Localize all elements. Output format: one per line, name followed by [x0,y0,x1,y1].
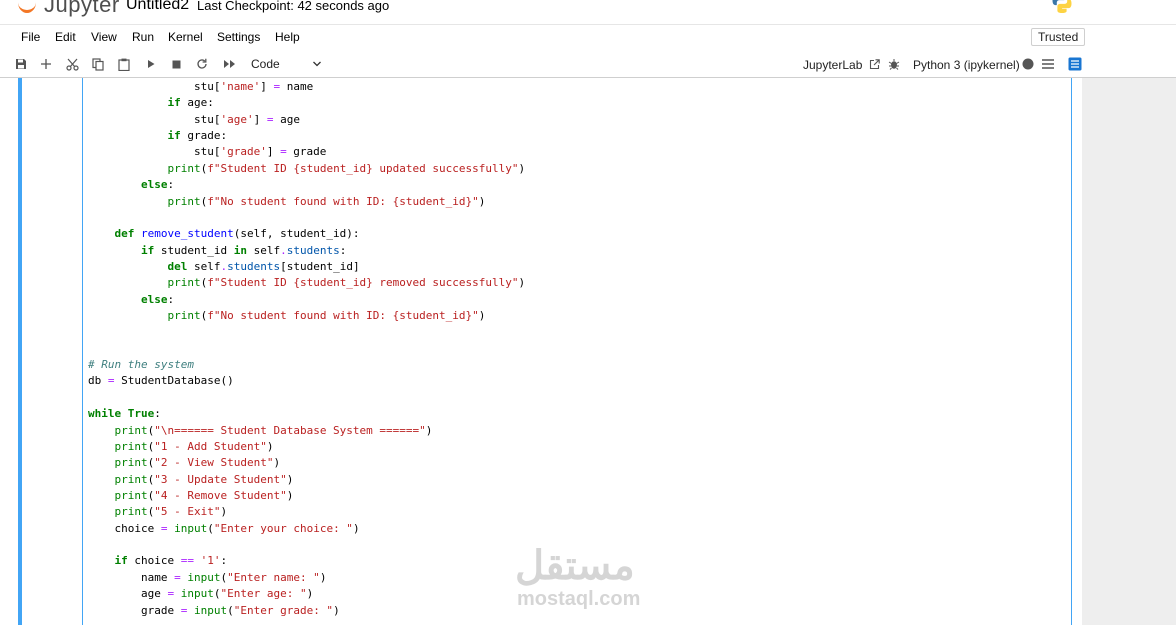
code-line[interactable]: stu['name'] = name [88,79,525,95]
cut-icon [65,58,79,71]
code-line[interactable]: print(f"Student ID {student_id} updated … [88,161,525,177]
notebook-gutter [1082,78,1176,625]
menu-bar: File Edit View Run Kernel Settings Help … [0,24,1176,51]
paste-icon [118,58,130,71]
code-line[interactable]: print("4 - Remove Student") [88,488,525,504]
code-line[interactable]: if grade: [88,128,525,144]
code-line[interactable]: print("5 - Exit") [88,504,525,520]
debugger-button[interactable] [884,54,904,74]
cut-button[interactable] [62,54,82,74]
stop-icon [172,60,180,68]
code-line[interactable]: # Run the system [88,357,525,373]
notebook-toolbar: Code JupyterLab Python 3 (ipykernel) [0,50,1176,78]
property-inspector-icon [1068,57,1082,71]
code-line[interactable]: ​ [88,390,525,406]
code-line[interactable]: stu['age'] = age [88,112,525,128]
code-editor-content[interactable]: stu['name'] = name if age: stu['age'] = … [88,79,525,619]
copy-button[interactable] [88,54,108,74]
last-checkpoint: Last Checkpoint: 42 seconds ago [197,0,390,13]
menu-view[interactable]: View [91,30,117,44]
code-line[interactable]: print(f"No student found with ID: {stude… [88,308,525,324]
copy-icon [92,57,104,71]
fast-forward-icon [223,60,235,68]
add-cell-button[interactable] [36,54,56,74]
code-line[interactable]: stu['grade'] = grade [88,144,525,160]
code-line[interactable]: else: [88,177,525,193]
code-line[interactable]: if age: [88,95,525,111]
save-button[interactable] [11,54,31,74]
debugger-icon [888,59,900,70]
add-cell-icon [41,59,51,69]
code-line[interactable]: while True: [88,406,525,422]
notebook-header: Jupyter Untitled2 Last Checkpoint: 42 se… [0,0,1176,24]
code-line[interactable]: name = input("Enter name: ") [88,570,525,586]
kernel-name[interactable]: Python 3 (ipykernel) [913,58,1020,72]
menu-settings[interactable]: Settings [217,30,260,44]
menu-edit[interactable]: Edit [55,30,76,44]
cell-type-select[interactable]: Code [246,54,326,74]
restart-run-all-button[interactable] [219,54,239,74]
jupyterlab-link[interactable]: JupyterLab [803,58,880,72]
trusted-indicator[interactable]: Trusted [1031,28,1086,46]
code-line[interactable]: print(f"No student found with ID: {stude… [88,194,525,210]
code-line[interactable]: del self.students[student_id] [88,259,525,275]
code-line[interactable]: print("3 - Update Student") [88,472,525,488]
code-line[interactable]: if choice == '1': [88,553,525,569]
code-line[interactable]: print("1 - Add Student") [88,439,525,455]
code-line[interactable]: ​ [88,537,525,553]
code-line[interactable]: ​ [88,341,525,357]
code-line[interactable]: print("\n====== Student Database System … [88,423,525,439]
property-inspector-button[interactable] [1065,54,1085,74]
code-line[interactable]: age = input("Enter age: ") [88,586,525,602]
menu-file[interactable]: File [21,30,40,44]
save-icon [16,59,26,69]
chevron-down-icon [313,61,321,67]
external-link-icon [869,59,880,70]
paste-button[interactable] [114,54,134,74]
code-line[interactable]: def remove_student(self, student_id): [88,226,525,242]
watermark-arabic: مستقل [515,544,635,588]
watermark-latin: mostaql.com [517,588,641,610]
restart-button[interactable] [192,54,212,74]
menu-help[interactable]: Help [275,30,300,44]
cell-collapser[interactable] [18,78,22,625]
code-line[interactable]: else: [88,292,525,308]
code-line[interactable]: print("2 - View Student") [88,455,525,471]
jupyter-logo[interactable]: Jupyter [18,0,120,20]
watermark: مستقل mostaql.com [515,543,665,613]
jupyter-logo-text: Jupyter [44,0,120,17]
menu-button[interactable] [1038,54,1058,74]
run-icon [148,60,155,68]
code-line[interactable]: db = StudentDatabase() [88,373,525,389]
menu-icon [1042,59,1054,69]
kernel-status [1018,54,1038,74]
notebook-title[interactable]: Untitled2 [126,0,189,14]
code-line[interactable]: choice = input("Enter your choice: ") [88,521,525,537]
code-line[interactable]: print(f"Student ID {student_id} removed … [88,275,525,291]
kernel-status-icon [1022,58,1034,70]
jupyter-logo-icon [18,0,36,13]
code-line[interactable]: ​ [88,324,525,340]
python-logo-icon [1052,0,1072,13]
jupyterlab-label: JupyterLab [803,58,863,72]
run-button[interactable] [141,54,161,74]
menu-kernel[interactable]: Kernel [168,30,203,44]
code-line[interactable]: ​ [88,210,525,226]
restart-icon [197,58,207,69]
stop-button[interactable] [166,54,186,74]
menu-run[interactable]: Run [132,30,154,44]
cell-type-value: Code [251,57,280,71]
code-line[interactable]: grade = input("Enter grade: ") [88,603,525,619]
code-line[interactable]: if student_id in self.students: [88,243,525,259]
